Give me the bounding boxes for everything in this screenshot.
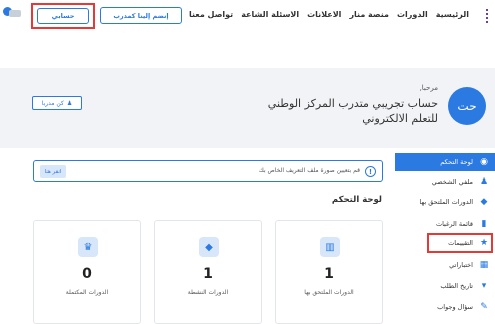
join-as-trainer-button[interactable]: إنضم إلينا كمدرب	[100, 7, 182, 24]
user-icon: ♟	[66, 99, 73, 107]
nav-ads[interactable]: الاعلانات	[307, 10, 341, 24]
sidebar: ◉ لوحة التحكم ♟ ملفي الشخصي ◆ الدورات ال…	[395, 153, 495, 324]
bookmark-icon: ▮	[481, 219, 487, 229]
cart-icon: ▾	[481, 281, 487, 291]
user-icon: ♟	[479, 177, 489, 187]
sidebar-item-wishlist[interactable]: ▮ قائمة الرغبات	[395, 215, 495, 233]
site-logo[interactable]	[478, 4, 492, 32]
card-label: الدورات المكتملة	[65, 289, 109, 296]
nav-faq[interactable]: الاسئلة الشاعة	[241, 10, 299, 24]
sidebar-item-label: لوحة التحكم	[440, 158, 473, 166]
sidebar-item-dashboard[interactable]: ◉ لوحة التحكم	[395, 153, 495, 171]
sidebar-item-label: تاريخ الطلب	[440, 282, 473, 290]
sidebar-item-qa[interactable]: ✎ سؤال وجواب	[395, 298, 495, 316]
nav-courses[interactable]: الدورات	[397, 10, 428, 24]
sidebar-item-enrolled[interactable]: ◆ الدورات الملتحق بها	[395, 193, 495, 211]
card-count: 1	[203, 266, 213, 282]
book-icon: ▥	[320, 237, 340, 257]
profile-photo-notice: ! قم بتعيين صورة ملف التعريف الخاص بك ان…	[33, 160, 383, 182]
user-toggle-icon	[9, 10, 21, 17]
sidebar-item-label: التقييمات	[448, 239, 473, 247]
welcome-text: مرحبا,	[419, 84, 438, 92]
grid-logo-icon	[482, 9, 488, 27]
graduation-cap-icon: ◆	[480, 197, 488, 207]
sidebar-item-label: اختباراتي	[449, 261, 473, 269]
sidebar-item-reviews[interactable]: ★ التقييمات	[395, 234, 495, 252]
trophy-icon: ♛	[78, 237, 98, 257]
quiz-icon: ▦	[479, 260, 489, 270]
card-label: الدورات النشطة	[187, 289, 229, 296]
nav-contact[interactable]: تواصل معنا	[189, 10, 233, 24]
become-trainer-label: كن مدربا	[41, 99, 64, 107]
graduation-cap-icon: ◆	[199, 237, 219, 257]
become-trainer-button[interactable]: ♟ كن مدربا	[32, 96, 82, 110]
star-icon: ★	[479, 238, 489, 248]
card-active-courses[interactable]: ◆ 1 الدورات النشطة	[154, 220, 262, 324]
account-highlight: حسابي	[31, 3, 95, 29]
card-label: الدورات الملتحق بها	[304, 289, 354, 296]
avatar: حت	[448, 87, 486, 125]
top-header: الرئيسية الدورات منصة منار الاعلانات الا…	[0, 0, 495, 40]
main-nav: الرئيسية الدورات منصة منار الاعلانات الا…	[189, 10, 469, 24]
dashboard-title: لوحة التحكم	[331, 195, 382, 205]
sidebar-item-profile[interactable]: ♟ ملفي الشخصي	[395, 173, 495, 191]
sidebar-item-quizzes[interactable]: ▦ اختباراتي	[395, 256, 495, 274]
info-icon: !	[365, 166, 376, 177]
notice-text: قم بتعيين صورة ملف التعريف الخاص بك	[258, 167, 360, 174]
nav-home[interactable]: الرئيسية	[436, 10, 469, 24]
sidebar-item-orders[interactable]: ▾ تاريخ الطلب	[395, 277, 495, 295]
qa-icon: ✎	[480, 302, 488, 312]
nav-manar[interactable]: منصة منار	[349, 10, 389, 24]
account-name: حساب تجريبي متدرب المركز الوطني للتعلم ا…	[267, 97, 438, 125]
card-count: 0	[82, 266, 92, 282]
sidebar-item-label: ملفي الشخصي	[431, 178, 473, 186]
sidebar-item-label: الدورات الملتحق بها	[419, 198, 473, 206]
profile-banner: حت مرحبا, حساب تجريبي متدرب المركز الوطن…	[0, 68, 495, 148]
click-here-button[interactable]: انقر هنا	[40, 165, 66, 178]
my-account-button[interactable]: حسابي	[37, 8, 89, 24]
dashboard-icon: ◉	[480, 157, 488, 167]
sidebar-item-label: قائمة الرغبات	[435, 220, 473, 228]
card-count: 1	[324, 266, 334, 282]
card-completed-courses[interactable]: ♛ 0 الدورات المكتملة	[33, 220, 141, 324]
user-menu[interactable]	[0, 5, 26, 23]
card-enrolled-courses[interactable]: ▥ 1 الدورات الملتحق بها	[275, 220, 383, 324]
sidebar-item-label: سؤال وجواب	[437, 303, 473, 311]
